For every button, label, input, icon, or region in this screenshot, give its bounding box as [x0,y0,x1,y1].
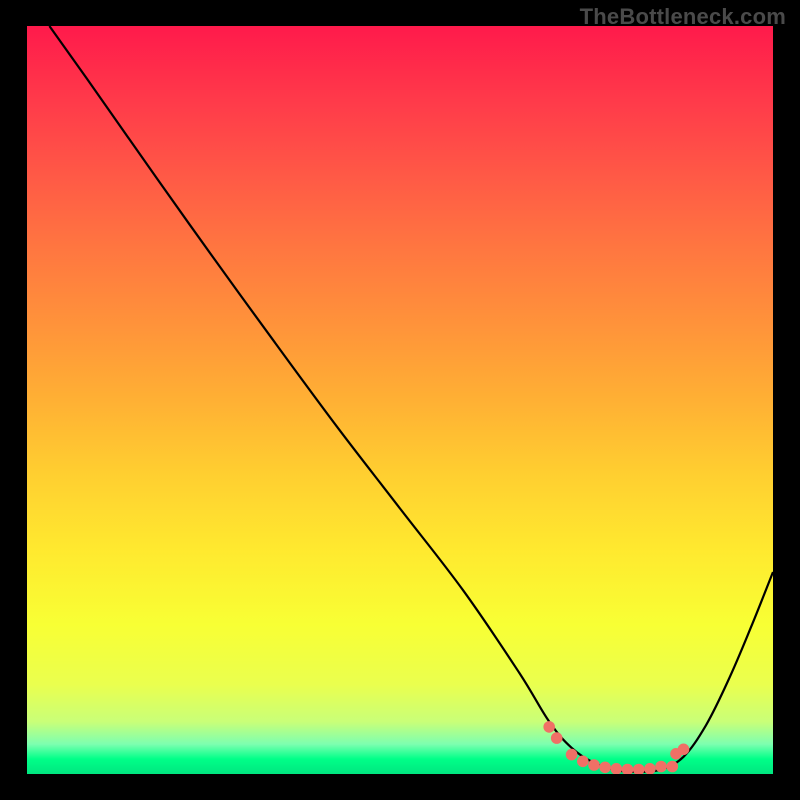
plot-area [27,26,773,774]
heat-gradient [27,26,773,774]
chart-container: TheBottleneck.com [0,0,800,800]
watermark-text: TheBottleneck.com [580,4,786,30]
